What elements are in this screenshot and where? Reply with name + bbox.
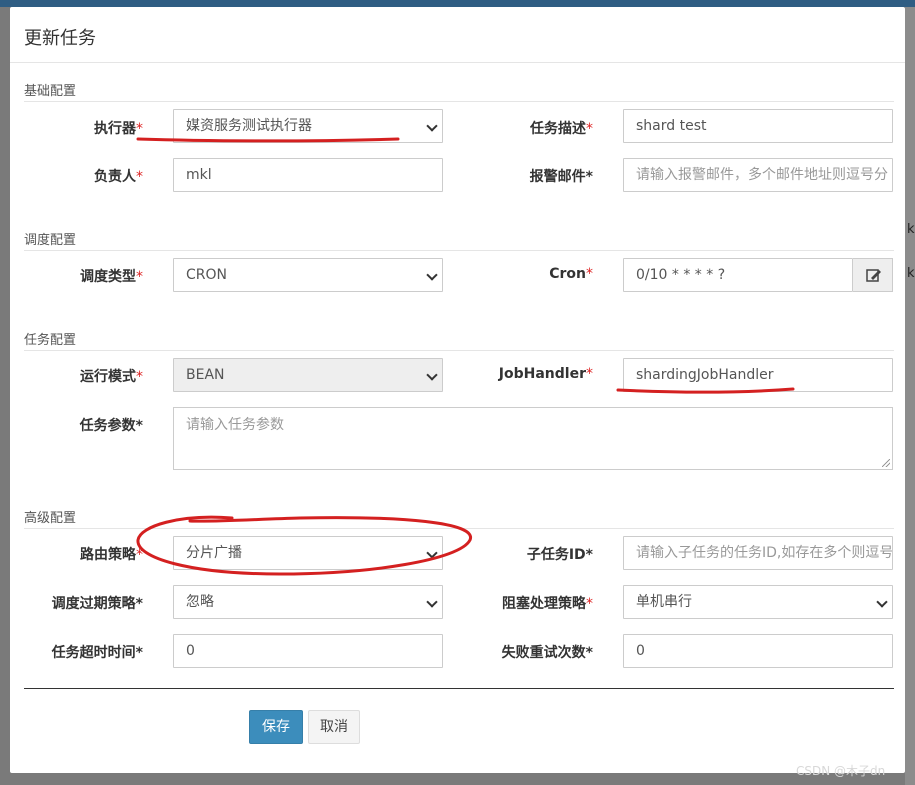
edit-icon <box>866 269 881 282</box>
app-header-bar <box>0 0 915 7</box>
section-task-title: 任务配置 <box>24 329 894 351</box>
cron-edit-button[interactable] <box>853 258 893 292</box>
block-strategy-label: 阻塞处理策略* <box>502 596 593 612</box>
cron-input[interactable]: 0/10 * * * * ? <box>623 258 853 292</box>
update-task-modal: 更新任务 基础配置 执行器* 媒资服务测试执行器 任务描述* shard tes… <box>10 7 905 773</box>
resize-handle[interactable] <box>882 459 890 467</box>
misfire-strategy-select[interactable]: 忽略 <box>173 585 443 619</box>
executor-select[interactable]: 媒资服务测试执行器 <box>173 109 443 143</box>
background-fragment: k <box>907 222 915 237</box>
modal-title: 更新任务 <box>24 28 96 49</box>
route-strategy-label: 路由策略* <box>80 547 143 563</box>
modal-header: 更新任务 <box>10 7 905 63</box>
run-mode-select: BEAN <box>173 358 443 392</box>
chevron-down-icon <box>426 547 438 559</box>
section-basic-title: 基础配置 <box>24 80 894 102</box>
route-strategy-select[interactable]: 分片广播 <box>173 536 443 570</box>
job-desc-input[interactable]: shard test <box>623 109 893 143</box>
job-desc-label: 任务描述* <box>530 121 593 137</box>
author-label: 负责人* <box>94 169 143 185</box>
fail-retry-input[interactable]: 0 <box>623 634 893 668</box>
child-job-id-label: 子任务ID* <box>526 547 593 563</box>
author-input[interactable]: mkl <box>173 158 443 192</box>
schedule-type-label: 调度类型* <box>80 269 143 285</box>
job-handler-label: JobHandler* <box>498 366 593 382</box>
chevron-down-icon <box>426 269 438 281</box>
background-fragment: k <box>907 266 915 281</box>
fail-retry-label: 失败重试次数* <box>501 645 593 661</box>
child-job-id-input[interactable]: 请输入子任务的任务ID,如存在多个则逗号 <box>623 536 893 570</box>
section-advanced-title: 高级配置 <box>24 507 894 529</box>
block-strategy-select[interactable]: 单机串行 <box>623 585 893 619</box>
chevron-down-icon <box>426 596 438 608</box>
chevron-down-icon <box>876 596 888 608</box>
timeout-input[interactable]: 0 <box>173 634 443 668</box>
alarm-email-label: 报警邮件* <box>529 169 593 185</box>
executor-label: 执行器* <box>94 121 143 137</box>
chevron-down-icon <box>426 120 438 132</box>
timeout-label: 任务超时时间* <box>51 645 143 661</box>
page-backdrop <box>905 7 915 785</box>
watermark: CSDN @木子dn <box>796 764 886 778</box>
cron-label: Cron* <box>549 266 593 282</box>
cancel-button[interactable]: 取消 <box>308 710 360 744</box>
section-schedule-title: 调度配置 <box>24 229 894 251</box>
chevron-down-icon <box>426 369 438 381</box>
run-mode-label: 运行模式* <box>80 369 143 385</box>
job-handler-input[interactable]: shardingJobHandler <box>623 358 893 392</box>
footer-divider <box>24 688 894 689</box>
save-button[interactable]: 保存 <box>249 710 303 744</box>
misfire-strategy-label: 调度过期策略* <box>51 596 143 612</box>
job-param-textarea[interactable]: 请输入任务参数 <box>173 407 893 470</box>
job-param-label: 任务参数* <box>79 418 143 434</box>
schedule-type-select[interactable]: CRON <box>173 258 443 292</box>
alarm-email-input[interactable]: 请输入报警邮件，多个邮件地址则逗号分 <box>623 158 893 192</box>
